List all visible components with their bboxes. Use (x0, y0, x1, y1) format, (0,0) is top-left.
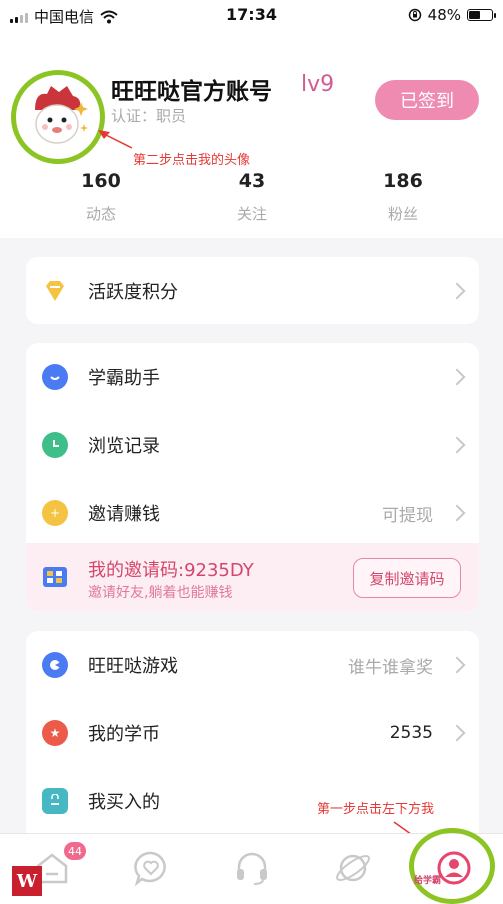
tab-messages[interactable] (127, 844, 175, 892)
annotation-step2: 第二步点击我的头像 (133, 153, 251, 168)
menu-item-value: 谁牛谁拿奖 (348, 657, 433, 678)
menu-item-games[interactable]: 旺旺哒游戏 谁牛谁拿奖 (26, 631, 479, 699)
menu-item-value: 可提现 (382, 505, 433, 526)
signin-button[interactable]: 已签到 (375, 80, 479, 120)
stat-followers[interactable]: 186 粉丝 (353, 170, 453, 224)
planet-icon (336, 854, 370, 882)
diamond-icon (42, 278, 68, 304)
battery-percent: 48% (427, 6, 461, 24)
avatar-highlight-ring[interactable] (11, 70, 105, 164)
chevron-right-icon (448, 368, 466, 386)
chevron-right-icon (448, 504, 466, 522)
menu-item-study-assistant[interactable]: 学霸助手 (26, 343, 479, 411)
menu-item-coins[interactable]: ★ 我的学币 2535 (26, 699, 479, 767)
menu-item-label: 学霸助手 (88, 368, 160, 389)
coin-icon: ★ (42, 720, 68, 746)
chevron-right-icon (448, 436, 466, 454)
annotation-arrow-icon (98, 130, 133, 149)
stat-label: 关注 (236, 205, 267, 223)
headset-icon (237, 852, 267, 885)
moneybag-icon: + (42, 500, 68, 526)
menu-item-label: 我的学币 (88, 724, 160, 745)
menu-item-label: 我买入的 (88, 792, 160, 813)
avatar[interactable] (21, 80, 95, 154)
menu-item-label: 活跃度积分 (88, 282, 178, 303)
chevron-right-icon (448, 282, 466, 300)
stat-posts[interactable]: 160 动态 (51, 170, 151, 224)
menu-item-activity-points[interactable]: 活跃度积分 (26, 257, 479, 324)
activity-card: 活跃度积分 (26, 257, 479, 324)
username: 旺旺哒官方账号 (111, 79, 272, 105)
menu-item-label: 浏览记录 (88, 436, 160, 457)
level-badge: lv9 (301, 72, 335, 97)
battery-icon (467, 9, 496, 21)
me-tab-label: 给学霸 (414, 876, 442, 886)
menu-item-browse-history[interactable]: 浏览记录 (26, 411, 479, 479)
message-heart-icon (134, 851, 166, 887)
menu-item-value: 2535 (389, 723, 433, 743)
tab-discover[interactable] (329, 844, 377, 892)
qrcode-icon (42, 565, 68, 591)
status-bar: 中国电信 17:34 48% (0, 0, 503, 30)
watermark-logo: W (12, 866, 42, 896)
stat-label: 粉丝 (387, 205, 418, 223)
stat-label: 动态 (85, 205, 116, 223)
stat-value: 160 (81, 170, 121, 192)
chat-icon (42, 364, 68, 390)
gamepad-icon (42, 652, 68, 678)
copy-invite-code-button[interactable]: 复制邀请码 (353, 558, 461, 598)
certification-label: 认证：职员 (111, 107, 187, 125)
clock-icon (42, 432, 68, 458)
menu-item-invite-earn[interactable]: + 邀请赚钱 可提现 (26, 479, 479, 547)
notification-badge: 44 (64, 842, 86, 860)
chevron-right-icon (448, 724, 466, 742)
menu-item-label: 旺旺哒游戏 (88, 656, 178, 677)
invite-code: 我的邀请码:9235DY (88, 560, 254, 581)
bag-icon (42, 788, 68, 814)
profile-header: 旺旺哒官方账号 lv9 认证：职员 已签到 第二步点击我的头像 160 动态 4… (0, 30, 503, 238)
stat-value: 43 (238, 170, 266, 192)
stat-following[interactable]: 43 关注 (202, 170, 302, 224)
stat-value: 186 (383, 170, 423, 192)
chevron-right-icon (448, 656, 466, 674)
invite-code-panel: 我的邀请码:9235DY 邀请好友,躺着也能赚钱 复制邀请码 (26, 543, 479, 611)
tools-card: 学霸助手 浏览记录 + 邀请赚钱 可提现 我的邀请码:9235DY 邀请好友,躺… (26, 343, 479, 611)
invite-subtitle: 邀请好友,躺着也能赚钱 (88, 585, 233, 601)
tab-service[interactable] (228, 844, 276, 892)
menu-item-label: 邀请赚钱 (88, 504, 160, 525)
orientation-lock-icon (408, 8, 421, 22)
me-tab-highlight-ring (409, 828, 495, 904)
annotation-step1: 第一步点击左下方我 (317, 802, 435, 817)
